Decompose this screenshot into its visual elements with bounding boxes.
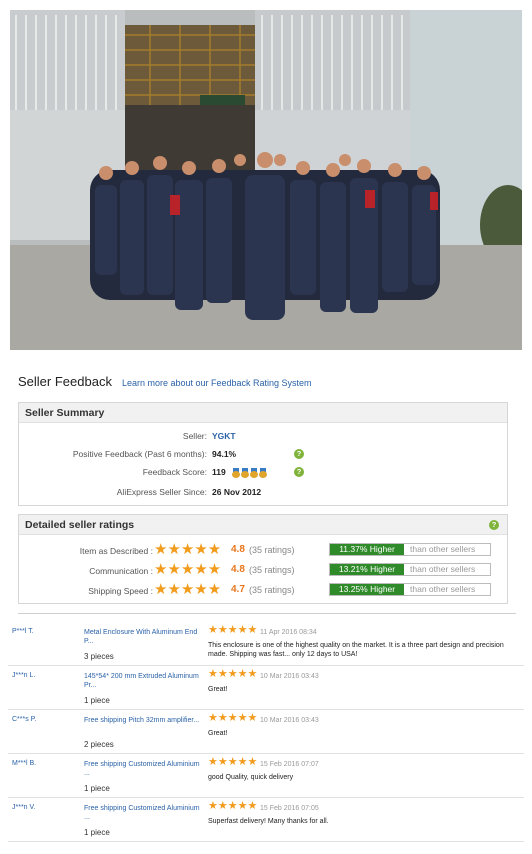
seller-since-value: 26 Nov 2012 xyxy=(212,487,262,497)
rating-higher-percent: 13.25% Higher xyxy=(330,584,404,595)
feedback-title: Seller Feedback xyxy=(18,374,112,389)
rating-stars-icon: ★★★★★ xyxy=(154,581,222,598)
review-stars-icon: ★★★★★ xyxy=(208,624,258,636)
rating-stars-icon: ★★★★★ xyxy=(154,541,222,558)
factory-team-photo xyxy=(10,10,522,350)
review-buyer-name[interactable]: J***n L. xyxy=(12,672,35,679)
review-row: M***l B. Free shipping Customized Alumin… xyxy=(8,754,524,798)
review-product-link[interactable]: 145*54* 200 mm Extruded Aluminum Pr... xyxy=(84,672,200,690)
review-quantity: 1 piece xyxy=(84,784,110,793)
review-date: 11 Apr 2016 08:34 xyxy=(260,629,317,636)
rating-score: 4.8 xyxy=(231,544,245,555)
review-quantity: 3 pieces xyxy=(84,652,114,661)
rating-comparison-text: than other sellers xyxy=(410,544,476,554)
rating-count: (35 ratings) xyxy=(249,585,295,595)
seller-feedback-panel: Seller Feedback Learn more about our Fee… xyxy=(8,358,524,614)
positive-feedback-help-icon[interactable]: ? xyxy=(294,449,304,459)
rating-count: (35 ratings) xyxy=(249,565,295,575)
review-date: 15 Feb 2016 07:07 xyxy=(260,761,319,768)
rating-count: (35 ratings) xyxy=(249,545,295,555)
review-buyer-name[interactable]: P***l T. xyxy=(12,628,34,635)
rating-comparison-bar: 13.21% Higher than other sellers xyxy=(329,563,491,576)
review-text: Great! xyxy=(208,730,228,737)
rating-comparison-text: than other sellers xyxy=(410,564,476,574)
positive-feedback-label: Positive Feedback (Past 6 months): xyxy=(72,449,207,459)
rating-label: Item as Described : xyxy=(79,546,153,556)
review-stars-icon: ★★★★★ xyxy=(208,756,258,768)
feedback-score-help-icon[interactable]: ? xyxy=(294,467,304,477)
rating-comparison-bar: 13.25% Higher than other sellers xyxy=(329,583,491,596)
review-buyer-name[interactable]: C***s P. xyxy=(12,716,36,723)
medal-icon xyxy=(250,467,259,478)
seller-level-medal-icons xyxy=(232,467,268,478)
detailed-ratings-heading: Detailed seller ratings ? xyxy=(19,515,507,535)
section-divider xyxy=(18,613,516,614)
review-row: P***l T. Metal Enclosure With Aluminum E… xyxy=(8,622,524,666)
review-product-link[interactable]: Free shipping Customized Aluminium ... xyxy=(84,804,200,822)
medal-icon xyxy=(259,467,268,478)
rating-score: 4.8 xyxy=(231,564,245,575)
review-stars-icon: ★★★★★ xyxy=(208,712,258,724)
review-text: Great! xyxy=(208,686,228,693)
review-buyer-name[interactable]: J***n V. xyxy=(12,804,35,811)
review-row: J***n V. Free shipping Customized Alumin… xyxy=(8,798,524,842)
review-quantity: 1 piece xyxy=(84,696,110,705)
review-row: C***s P. Free shipping Pitch 32mm amplif… xyxy=(8,710,524,754)
positive-feedback-value: 94.1% xyxy=(212,449,237,459)
review-product-link[interactable]: Metal Enclosure With Aluminum End P... xyxy=(84,628,200,646)
review-product-link[interactable]: Free shipping Customized Aluminium ... xyxy=(84,760,200,778)
rating-score: 4.7 xyxy=(231,584,245,595)
rating-comparison-bar: 11.37% Higher than other sellers xyxy=(329,543,491,556)
detailed-ratings-heading-text: Detailed seller ratings xyxy=(25,519,135,531)
review-stars-icon: ★★★★★ xyxy=(208,800,258,812)
review-date: 10 Mar 2016 03:43 xyxy=(260,717,319,724)
feedback-score-value-row: 119 xyxy=(212,467,268,478)
seller-label: Seller: xyxy=(182,431,207,441)
review-date: 10 Mar 2016 03:43 xyxy=(260,673,319,680)
review-quantity: 2 pieces xyxy=(84,740,114,749)
feedback-header: Seller Feedback Learn more about our Fee… xyxy=(18,374,312,389)
seller-name-link[interactable]: YGKT xyxy=(212,431,236,441)
detailed-ratings-help-icon[interactable]: ? xyxy=(489,520,499,530)
seller-summary-heading: Seller Summary xyxy=(19,403,507,423)
seller-summary-box: Seller Summary Seller: YGKT Positive Fee… xyxy=(18,402,508,506)
feedback-rating-system-link[interactable]: Learn more about our Feedback Rating Sys… xyxy=(122,378,312,388)
medal-icon xyxy=(241,467,250,478)
review-product-link[interactable]: Free shipping Pitch 32mm amplifier... xyxy=(84,716,200,725)
detailed-ratings-box: Detailed seller ratings ? Item as Descri… xyxy=(18,514,508,604)
rating-comparison-text: than other sellers xyxy=(410,584,476,594)
feedback-score-label: Feedback Score: xyxy=(142,467,207,477)
review-text: This enclosure is one of the highest qua… xyxy=(208,642,504,658)
seller-since-label: AliExpress Seller Since: xyxy=(116,487,207,497)
rating-higher-percent: 13.21% Higher xyxy=(330,564,404,575)
review-date: 15 Feb 2016 07:05 xyxy=(260,805,319,812)
medal-icon xyxy=(232,467,241,478)
review-row: J***n L. 145*54* 200 mm Extruded Aluminu… xyxy=(8,666,524,710)
review-buyer-name[interactable]: M***l B. xyxy=(12,760,36,767)
rating-label: Communication : xyxy=(89,566,153,576)
review-text: Superfast delivery! Many thanks for all. xyxy=(208,818,329,825)
review-text: good Quality, quick delivery xyxy=(208,774,294,781)
feedback-score-value: 119 xyxy=(212,467,226,477)
rating-higher-percent: 11.37% Higher xyxy=(330,544,404,555)
rating-stars-icon: ★★★★★ xyxy=(154,561,222,578)
review-stars-icon: ★★★★★ xyxy=(208,668,258,680)
rating-label: Shipping Speed : xyxy=(88,586,153,596)
review-quantity: 1 piece xyxy=(84,828,110,837)
